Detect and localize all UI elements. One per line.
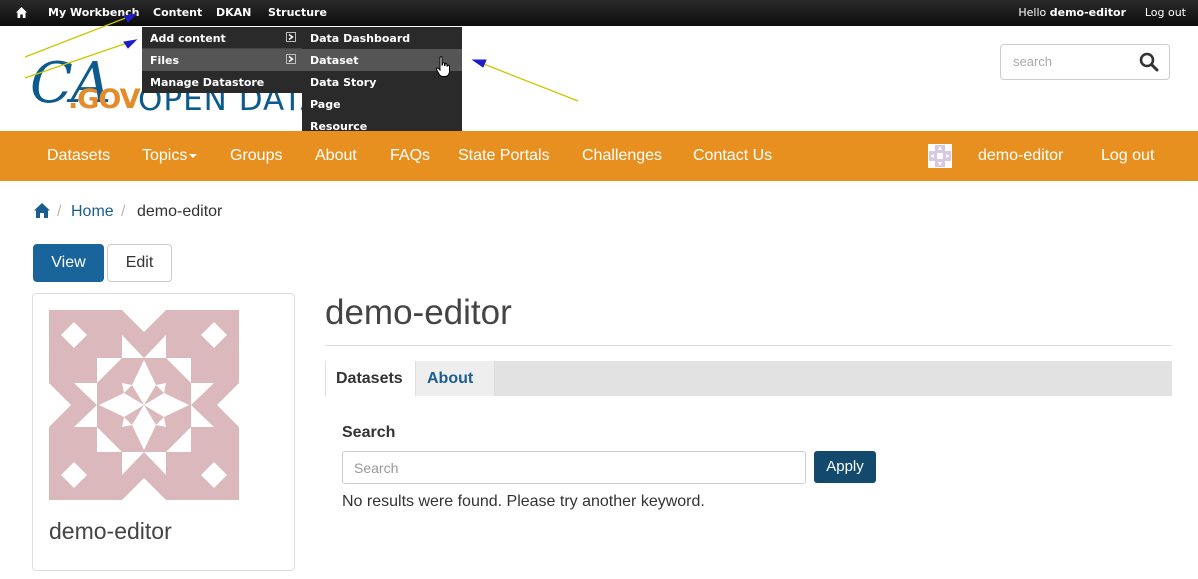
- caret-down-icon: [189, 153, 198, 158]
- admin-username: demo-editor: [1049, 6, 1126, 19]
- menu-add-content-label: Add content: [150, 32, 226, 45]
- nav-faqs[interactable]: FAQs: [390, 147, 430, 165]
- tab-about[interactable]: About: [415, 361, 495, 396]
- menu-files-label: Files: [150, 54, 180, 67]
- admin-greeting[interactable]: Hello demo-editor: [1018, 6, 1126, 19]
- submenu-arrow-icon: [286, 32, 296, 42]
- content-dropdown-menu: Add content Files Manage Datastore: [142, 27, 302, 93]
- admin-logout-link[interactable]: Log out: [1145, 6, 1186, 19]
- search-icon[interactable]: [1139, 52, 1159, 72]
- dataset-search-input[interactable]: [342, 451, 806, 484]
- submenu-data-dashboard[interactable]: Data Dashboard: [302, 27, 462, 49]
- admin-content[interactable]: Content: [153, 6, 202, 19]
- edit-button[interactable]: Edit: [107, 244, 172, 282]
- admin-dkan[interactable]: DKAN: [216, 6, 251, 19]
- nav-topics-label: Topics: [142, 147, 188, 164]
- nav-datasets[interactable]: Datasets: [47, 147, 110, 165]
- home-icon[interactable]: [15, 6, 28, 19]
- submenu-label: Page: [310, 98, 341, 111]
- menu-add-content[interactable]: Add content: [142, 27, 302, 49]
- identicon-avatar: [49, 310, 239, 500]
- add-content-submenu: Data Dashboard Dataset Data Story Page R…: [302, 27, 462, 137]
- header-search: [1000, 44, 1170, 80]
- submenu-label: Data Dashboard: [310, 32, 411, 45]
- menu-manage-datastore[interactable]: Manage Datastore: [142, 71, 302, 93]
- submenu-page[interactable]: Page: [302, 93, 462, 115]
- admin-structure[interactable]: Structure: [268, 6, 327, 19]
- profile-card: demo-editor: [32, 293, 295, 571]
- profile-name: demo-editor: [49, 518, 172, 544]
- nav-user[interactable]: demo-editor: [978, 147, 1063, 165]
- user-avatar-icon[interactable]: [928, 144, 952, 168]
- admin-toolbar: My Workbench Content DKAN Structure Hell…: [0, 0, 1198, 26]
- page-title: demo-editor: [325, 293, 512, 332]
- search-label: Search: [342, 424, 396, 441]
- nav-logout[interactable]: Log out: [1101, 147, 1154, 165]
- view-button[interactable]: View: [33, 244, 104, 282]
- nav-challenges[interactable]: Challenges: [582, 147, 662, 165]
- submenu-label: Dataset: [310, 54, 359, 67]
- submenu-label: Data Story: [310, 76, 377, 89]
- logo-gov: .GOV: [68, 84, 141, 115]
- nav-groups[interactable]: Groups: [230, 147, 282, 165]
- breadcrumb-home-link[interactable]: Home: [71, 203, 114, 221]
- breadcrumb-separator: /: [57, 203, 62, 220]
- submenu-arrow-icon: [286, 54, 296, 64]
- nav-about[interactable]: About: [315, 147, 357, 165]
- tab-datasets[interactable]: Datasets: [325, 361, 415, 396]
- nav-contact-us[interactable]: Contact Us: [693, 147, 772, 165]
- admin-my-workbench[interactable]: My Workbench: [48, 6, 140, 19]
- menu-files[interactable]: Files: [142, 49, 302, 71]
- breadcrumb-current: demo-editor: [137, 203, 223, 220]
- greeting-text: Hello: [1018, 6, 1050, 19]
- nav-topics[interactable]: Topics: [142, 147, 198, 165]
- content-tabs: Datasets About: [325, 361, 1172, 396]
- header-search-input[interactable]: [1013, 54, 1133, 69]
- menu-manage-datastore-label: Manage Datastore: [150, 76, 265, 89]
- main-navigation: Datasets Topics Groups About FAQs State …: [0, 131, 1198, 181]
- nav-state-portals[interactable]: State Portals: [458, 147, 550, 165]
- home-icon[interactable]: [33, 202, 51, 220]
- title-divider: [325, 345, 1172, 346]
- no-results-message: No results were found. Please try anothe…: [342, 493, 705, 510]
- breadcrumb-separator: /: [121, 203, 126, 220]
- pointer-cursor-icon: [435, 56, 450, 77]
- apply-button[interactable]: Apply: [814, 451, 876, 483]
